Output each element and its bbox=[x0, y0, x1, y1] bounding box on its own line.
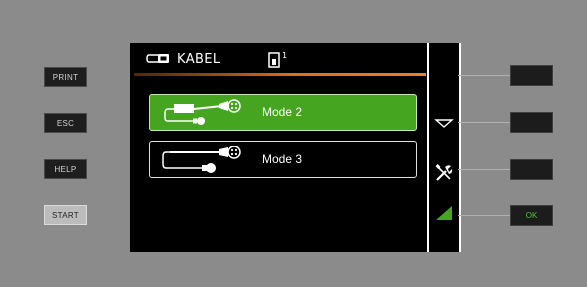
down-triangle-icon[interactable] bbox=[434, 119, 454, 129]
tools-icon[interactable] bbox=[434, 163, 454, 183]
connector-line bbox=[458, 169, 510, 170]
softkey-3-button[interactable] bbox=[510, 159, 553, 180]
connector-line bbox=[458, 215, 510, 216]
device-index: 1 bbox=[282, 51, 287, 60]
cable-mode2-icon bbox=[164, 99, 241, 125]
help-button[interactable]: HELP bbox=[44, 159, 87, 179]
mode-label: Mode 2 bbox=[262, 105, 303, 119]
softkey-1-button[interactable] bbox=[510, 65, 553, 86]
cable-plug-icon bbox=[146, 54, 169, 63]
mode-option-mode-2[interactable]: Mode 2 bbox=[149, 94, 417, 131]
esc-button[interactable]: ESC bbox=[44, 113, 87, 133]
ok-button[interactable]: OK bbox=[510, 205, 553, 226]
instrument-panel: PRINT ESC HELP START KABEL 1 Mode 2 Mode… bbox=[0, 0, 587, 287]
device-slot-icon: 1 bbox=[268, 51, 287, 68]
print-button[interactable]: PRINT bbox=[44, 67, 87, 87]
softkey-2-button[interactable] bbox=[510, 112, 553, 133]
header-title: KABEL bbox=[177, 52, 221, 67]
cable-mode3-icon bbox=[162, 146, 241, 173]
screen-header: KABEL 1 bbox=[130, 43, 427, 76]
display-screen: KABEL 1 Mode 2 Mode 3 bbox=[130, 43, 461, 252]
green-triangle-icon[interactable] bbox=[434, 204, 454, 222]
connector-line bbox=[458, 122, 510, 123]
header-accent-line bbox=[134, 73, 426, 76]
start-button[interactable]: START bbox=[44, 205, 87, 225]
mode-label: Mode 3 bbox=[262, 152, 303, 166]
softkey-strip bbox=[427, 43, 461, 252]
mode-option-mode-3[interactable]: Mode 3 bbox=[149, 141, 417, 178]
connector-line bbox=[458, 75, 510, 76]
